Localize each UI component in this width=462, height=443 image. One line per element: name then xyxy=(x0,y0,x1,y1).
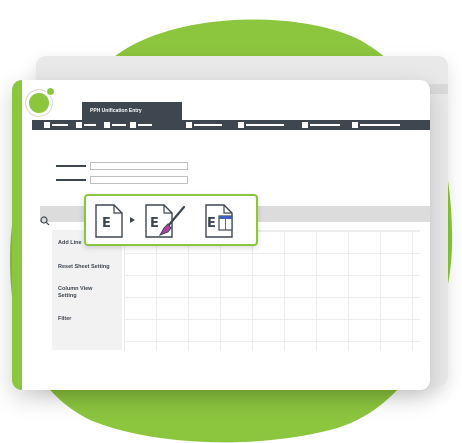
navigation-bar xyxy=(32,120,430,130)
menu-item-add-line[interactable]: Add Line xyxy=(58,240,82,247)
window-accent-bar xyxy=(12,80,22,390)
document-letter: E xyxy=(102,216,111,231)
nav-item-2[interactable] xyxy=(76,121,96,129)
nav-item-line xyxy=(112,124,126,126)
nav-item-line xyxy=(310,124,340,126)
document-e-icon[interactable]: E xyxy=(94,204,124,238)
nav-item-3[interactable] xyxy=(104,121,126,129)
nav-square-icon xyxy=(44,122,50,128)
search-icon[interactable] xyxy=(40,216,50,226)
nav-item-1[interactable] xyxy=(44,121,68,129)
nav-square-icon xyxy=(130,122,136,128)
nav-square-icon xyxy=(104,122,110,128)
document-letter: E xyxy=(207,216,216,231)
brand-logo-icon xyxy=(26,87,55,116)
logo-dot xyxy=(46,87,55,96)
nav-item-line xyxy=(52,124,68,126)
spreadsheet-grid[interactable] xyxy=(124,230,420,351)
nav-item-4[interactable] xyxy=(130,121,152,129)
nav-item-line xyxy=(138,124,152,126)
nav-item-7[interactable] xyxy=(302,121,340,129)
nav-square-icon xyxy=(302,122,308,128)
document-e-columns-icon[interactable]: E xyxy=(204,204,234,238)
nav-item-5[interactable] xyxy=(186,121,222,129)
document-letter: E xyxy=(150,216,159,231)
form-input-1[interactable] xyxy=(90,162,188,170)
nav-item-line xyxy=(84,124,96,126)
nav-square-icon xyxy=(186,122,192,128)
nav-item-line xyxy=(246,124,284,126)
sheet-side-menu: Add Line Reset Sheet Setting Column View… xyxy=(52,230,122,350)
nav-item-6[interactable] xyxy=(238,121,284,129)
form-label xyxy=(56,165,86,167)
nav-item-line xyxy=(360,124,400,126)
form-label xyxy=(56,179,86,181)
menu-item-column-view-setting[interactable]: Column View Setting xyxy=(58,286,92,300)
format-popup: E E E xyxy=(84,194,258,246)
nav-square-icon xyxy=(76,122,82,128)
nav-item-line xyxy=(194,124,222,126)
nav-square-icon xyxy=(238,122,244,128)
menu-item-reset-sheet-setting[interactable]: Reset Sheet Setting xyxy=(58,264,110,271)
form-input-2[interactable] xyxy=(90,176,188,184)
menu-item-filter[interactable]: Filter xyxy=(58,316,71,323)
arrow-right-icon xyxy=(130,217,135,223)
page-title: PPH Unification Entry xyxy=(82,102,182,120)
nav-item-8[interactable] xyxy=(352,121,400,129)
document-e-paintbrush-icon[interactable]: E xyxy=(144,204,188,238)
nav-square-icon xyxy=(352,122,358,128)
